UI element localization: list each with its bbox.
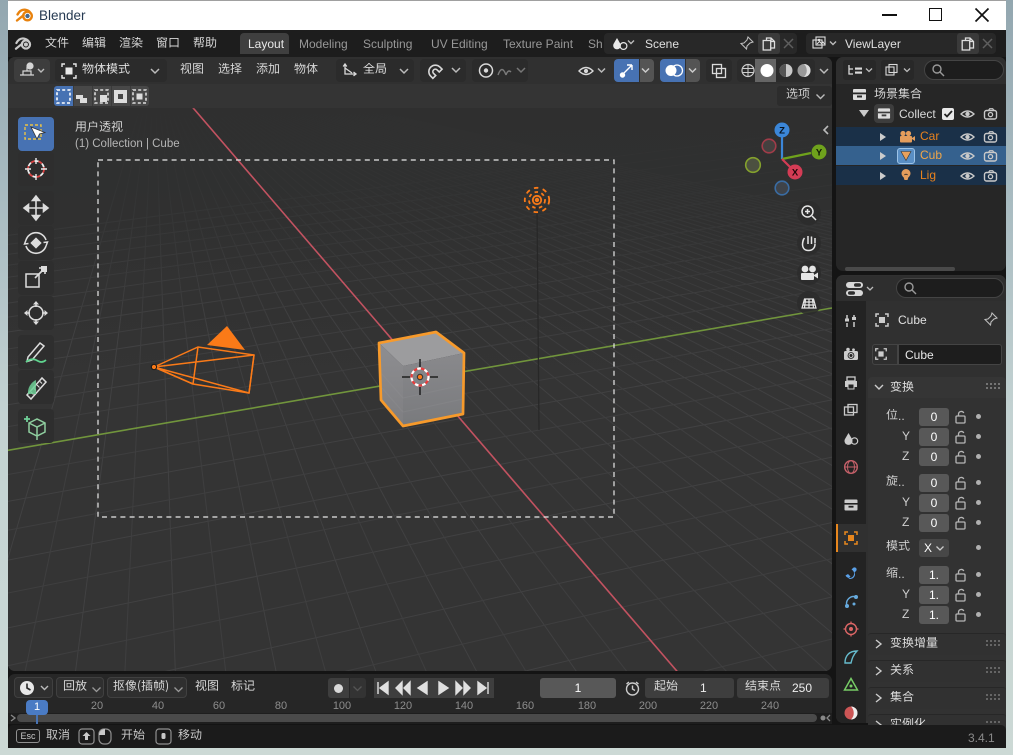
svg-text:Y: Y	[816, 148, 823, 159]
svg-text:Z: Z	[779, 126, 785, 137]
svg-text:X: X	[792, 168, 799, 179]
